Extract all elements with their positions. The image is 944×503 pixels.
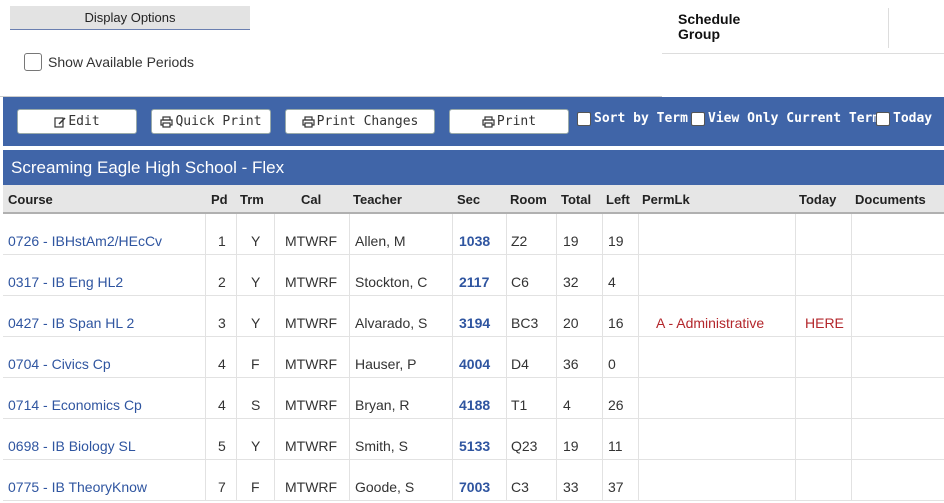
sort-by-term-label: Sort by Term: [594, 111, 688, 126]
view-only-current-term-option[interactable]: View Only Current Term: [691, 111, 880, 126]
table-body: 0726 - IBHstAm2/HEcCv 1 Y MTWRF Allen, M 1038…: [3, 214, 944, 501]
table-row[interactable]: 0427 - IB Span HL 2 3 Y MTWRF Alvarado, S 319…: [3, 296, 944, 337]
quick-print-button[interactable]: Quick Print: [151, 109, 271, 134]
column-header-today[interactable]: Today: [799, 185, 836, 214]
column-header-permlk[interactable]: PermLk: [642, 185, 690, 214]
cell-room: C3: [511, 479, 529, 495]
today-label: Today: [893, 111, 933, 126]
print-changes-button[interactable]: Print Changes: [285, 109, 435, 134]
table-row[interactable]: 0317 - IB Eng HL2 2 Y MTWRF Stockton, C 2117 C…: [3, 255, 944, 296]
table-row[interactable]: 0726 - IBHstAm2/HEcCv 1 Y MTWRF Allen, M 1038…: [3, 214, 944, 255]
cell-sec[interactable]: 7003: [459, 460, 490, 503]
cell-course[interactable]: 0775 - IB TheoryKnow: [8, 460, 147, 503]
quick-print-button-label: Quick Print: [175, 114, 262, 129]
column-header-cal[interactable]: Cal: [301, 185, 321, 214]
column-divider: [638, 214, 639, 501]
print-button[interactable]: Print: [449, 109, 569, 134]
printer-icon: [482, 115, 495, 128]
column-header-teacher[interactable]: Teacher: [353, 185, 402, 214]
column-divider: [851, 214, 852, 501]
table-row[interactable]: 0714 - Economics Cp 4 S MTWRF Bryan, R 4188 T1…: [3, 378, 944, 419]
column-header-room[interactable]: Room: [510, 185, 547, 214]
today-option[interactable]: Today: [876, 111, 932, 126]
today-checkbox[interactable]: [876, 111, 890, 126]
cell-left: 37: [608, 479, 624, 495]
edit-icon: [54, 116, 66, 128]
sort-by-term-option[interactable]: Sort by Term: [577, 111, 688, 126]
school-name: Screaming Eagle High School - Flex: [11, 158, 285, 177]
display-options-panel: Display Options: [10, 6, 250, 30]
edit-button[interactable]: Edit: [17, 109, 137, 134]
print-changes-button-label: Print Changes: [316, 114, 419, 129]
print-button-label: Print: [496, 114, 537, 129]
cell-pd: 7: [218, 479, 226, 495]
column-header-course[interactable]: Course: [8, 185, 53, 214]
schedule-group-box: Schedule Group: [662, 4, 944, 54]
column-divider: [274, 214, 275, 501]
display-options-title: Display Options: [10, 6, 250, 30]
show-available-periods-option[interactable]: Show Available Periods: [24, 53, 194, 71]
cell-cal: MTWRF: [285, 479, 338, 495]
column-header-documents[interactable]: Documents: [855, 185, 926, 214]
column-header-trm[interactable]: Trm: [240, 185, 264, 214]
column-divider: [452, 214, 453, 501]
cell-trm: F: [251, 479, 260, 495]
schedule-table: Course Pd Trm Cal Teacher Sec Room Total…: [3, 185, 944, 501]
schedule-group-label: Schedule Group: [678, 11, 741, 42]
school-title-bar: Screaming Eagle High School - Flex: [3, 150, 944, 185]
column-header-sec[interactable]: Sec: [457, 185, 480, 214]
column-divider: [795, 214, 796, 501]
column-divider: [205, 214, 206, 501]
view-only-current-term-label: View Only Current Term: [708, 111, 881, 126]
table-row[interactable]: 0704 - Civics Cp 4 F MTWRF Hauser, P 4004 D4 36…: [3, 337, 944, 378]
schedule-group-divider: [888, 8, 889, 48]
column-header-total[interactable]: Total: [561, 185, 591, 214]
show-available-periods-checkbox[interactable]: [24, 53, 42, 71]
table-row[interactable]: 0775 - IB TheoryKnow 7 F MTWRF Goode, S 7003 C…: [3, 460, 944, 501]
view-only-current-term-checkbox[interactable]: [691, 111, 705, 126]
column-header-left[interactable]: Left: [606, 185, 630, 214]
sort-by-term-checkbox[interactable]: [577, 111, 591, 126]
column-divider: [602, 214, 603, 501]
column-divider: [556, 214, 557, 501]
cell-teacher: Goode, S: [355, 479, 415, 495]
column-divider: [349, 214, 350, 501]
printer-icon: [302, 115, 315, 128]
schedule-toolbar: Edit Quick Print Print Changes Print Sor…: [3, 97, 944, 146]
edit-button-label: Edit: [68, 114, 100, 129]
printer-icon: [160, 115, 174, 128]
column-header-pd[interactable]: Pd: [211, 185, 228, 214]
cell-total: 33: [563, 479, 579, 495]
show-available-periods-label: Show Available Periods: [48, 54, 195, 70]
column-divider: [506, 214, 507, 501]
table-row[interactable]: 0698 - IB Biology SL 5 Y MTWRF Smith, S 5133 Q…: [3, 419, 944, 460]
table-header-row: Course Pd Trm Cal Teacher Sec Room Total…: [3, 185, 944, 214]
column-divider: [236, 214, 237, 501]
